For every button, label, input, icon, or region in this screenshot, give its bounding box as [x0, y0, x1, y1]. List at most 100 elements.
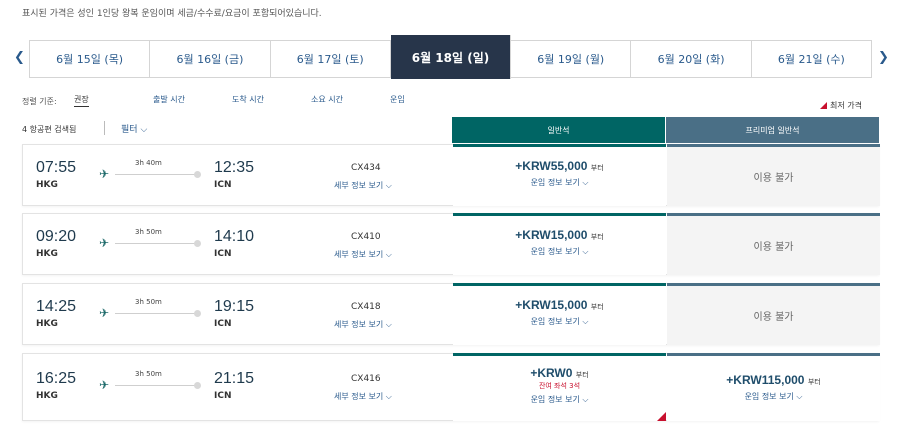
chevron-down-icon: ⌵	[796, 392, 803, 401]
premium-fare-cell: 이용 불가	[667, 144, 880, 206]
sort-option-arrival[interactable]: 도착 시간	[232, 94, 264, 105]
fare-info-link[interactable]: 운임 정보 보기 ⌵	[453, 246, 666, 257]
fare-info-link[interactable]: 운임 정보 보기 ⌵	[667, 391, 880, 402]
departure-time: 14:25	[36, 298, 77, 315]
route-line	[115, 243, 197, 244]
route-end-dot	[194, 382, 201, 389]
fare-info-label: 운임 정보 보기	[530, 395, 580, 404]
filter-button[interactable]: 필터 ⌵	[121, 122, 147, 135]
economy-fare-cell[interactable]: +KRW55,000 부터 운임 정보 보기 ⌵	[453, 144, 666, 206]
route-end-dot	[194, 310, 201, 317]
chevron-left-icon[interactable]: ❮	[14, 50, 25, 65]
arrival-time: 12:35	[214, 159, 255, 176]
arrival-airport: ICN	[214, 319, 232, 329]
departure-airport: HKG	[36, 249, 58, 259]
arrival-airport: ICN	[214, 391, 232, 401]
date-strip: 6월 15일 (목) 6월 16일 (금) 6월 17일 (토) 6월 18일 …	[29, 35, 872, 79]
fare-price: +KRW15,000 부터	[453, 228, 666, 242]
arrival-time: 21:15	[214, 370, 255, 387]
details-label: 세부 정보 보기	[334, 392, 384, 401]
flight-duration: 3h 50m	[135, 298, 162, 306]
fare-amount: +KRW0	[530, 366, 573, 380]
details-link[interactable]: 세부 정보 보기 ⌵	[334, 319, 392, 330]
arrival-airport: ICN	[214, 249, 232, 259]
arrival-time: 19:15	[214, 298, 255, 315]
route-line	[115, 174, 197, 175]
chevron-down-icon: ⌵	[385, 250, 392, 259]
fare-price: +KRW0 부터	[453, 366, 666, 380]
date-tab-selected[interactable]: 6월 18일 (일)	[390, 35, 512, 79]
departure-airport: HKG	[36, 391, 58, 401]
chevron-down-icon: ⌵	[582, 178, 589, 187]
fare-from-label: 부터	[807, 379, 821, 386]
premium-fare-cell: 이용 불가	[667, 283, 880, 345]
filter-label: 필터	[121, 125, 138, 135]
chevron-down-icon: ⌵	[385, 181, 392, 190]
arrival-time: 14:10	[214, 228, 255, 245]
details-link[interactable]: 세부 정보 보기 ⌵	[334, 180, 392, 191]
date-tab[interactable]: 6월 16일 (금)	[150, 41, 271, 77]
fare-info-link[interactable]: 운임 정보 보기 ⌵	[453, 177, 666, 188]
date-tab[interactable]: 6월 21일 (수)	[751, 41, 871, 77]
plane-icon: ✈	[99, 378, 110, 392]
fare-from-label: 부터	[590, 165, 604, 172]
date-tab[interactable]: 6월 19일 (월)	[511, 41, 632, 77]
seats-left-label: 잔여 좌석 3석	[538, 382, 581, 390]
details-link[interactable]: 세부 정보 보기 ⌵	[334, 249, 392, 260]
economy-fare-cell[interactable]: +KRW0 부터 잔여 좌석 3석 운임 정보 보기 ⌵	[453, 353, 666, 421]
sort-option-duration[interactable]: 소요 시간	[311, 94, 343, 105]
chevron-down-icon: ⌵	[140, 125, 148, 135]
departure-airport: HKG	[36, 180, 58, 190]
fare-price: +KRW55,000 부터	[453, 159, 666, 173]
premium-fare-cell: 이용 불가	[667, 213, 880, 275]
fare-from-label: 부터	[590, 234, 604, 241]
departure-time: 09:20	[36, 228, 77, 245]
economy-fare-cell[interactable]: +KRW15,000 부터 운임 정보 보기 ⌵	[453, 283, 666, 345]
flight-count: 4 항공편 검색됨	[22, 125, 77, 134]
fare-info-link[interactable]: 운임 정보 보기 ⌵	[453, 394, 666, 405]
chevron-down-icon: ⌵	[582, 247, 589, 256]
lowest-fare-marker-icon	[820, 102, 827, 109]
details-link[interactable]: 세부 정보 보기 ⌵	[334, 391, 392, 402]
route-end-dot	[194, 240, 201, 247]
date-tab[interactable]: 6월 17일 (토)	[270, 41, 391, 77]
date-tab[interactable]: 6월 20일 (화)	[631, 41, 752, 77]
economy-fare-cell[interactable]: +KRW15,000 부터 운임 정보 보기 ⌵	[453, 213, 666, 275]
details-label: 세부 정보 보기	[334, 250, 384, 259]
fare-amount: +KRW115,000	[726, 373, 805, 387]
route-end-dot	[194, 171, 201, 178]
route-line	[115, 313, 197, 314]
flight-duration: 3h 50m	[135, 228, 162, 236]
departure-airport: HKG	[36, 319, 58, 329]
fare-info-label: 운임 정보 보기	[530, 178, 580, 187]
chevron-right-icon[interactable]: ❯	[878, 50, 889, 65]
flight-row: 14:25 HKG ✈ 3h 50m 19:15 ICN CX418 세부 정보…	[22, 283, 880, 345]
fare-amount: +KRW55,000	[515, 159, 588, 173]
lowest-fare-legend: 최저 가격	[820, 100, 862, 111]
chevron-down-icon: ⌵	[385, 320, 392, 329]
premium-fare-cell[interactable]: +KRW115,000 부터 운임 정보 보기 ⌵	[667, 353, 880, 421]
lowest-fare-label: 최저 가격	[830, 101, 862, 110]
flight-number: CX434	[351, 163, 381, 173]
fare-info-link[interactable]: 운임 정보 보기 ⌵	[453, 316, 666, 327]
date-tab[interactable]: 6월 15일 (목)	[30, 41, 151, 77]
flight-row: 09:20 HKG ✈ 3h 50m 14:10 ICN CX410 세부 정보…	[22, 213, 880, 275]
sort-option-departure[interactable]: 출발 시간	[153, 94, 185, 105]
lowest-fare-marker-icon	[657, 412, 666, 421]
sort-option-recommended[interactable]: 권장	[74, 94, 89, 107]
sort-option-fare[interactable]: 운임	[390, 94, 405, 105]
divider	[104, 121, 105, 135]
unavailable-label: 이용 불가	[753, 242, 794, 253]
route-line	[115, 385, 197, 386]
flight-number: CX416	[351, 374, 381, 384]
flight-duration: 3h 50m	[135, 370, 162, 378]
flight-number: CX418	[351, 302, 381, 312]
arrival-airport: ICN	[214, 180, 232, 190]
details-label: 세부 정보 보기	[334, 320, 384, 329]
plane-icon: ✈	[99, 167, 110, 181]
sort-label: 정렬 기준:	[22, 97, 57, 106]
fare-from-label: 부터	[590, 304, 604, 311]
fare-notice: 표시된 가격은 성인 1인당 왕복 운임이며 세금/수수료/요금이 포함되어있습…	[22, 9, 322, 19]
fare-amount: +KRW15,000	[515, 298, 588, 312]
departure-time: 07:55	[36, 159, 77, 176]
